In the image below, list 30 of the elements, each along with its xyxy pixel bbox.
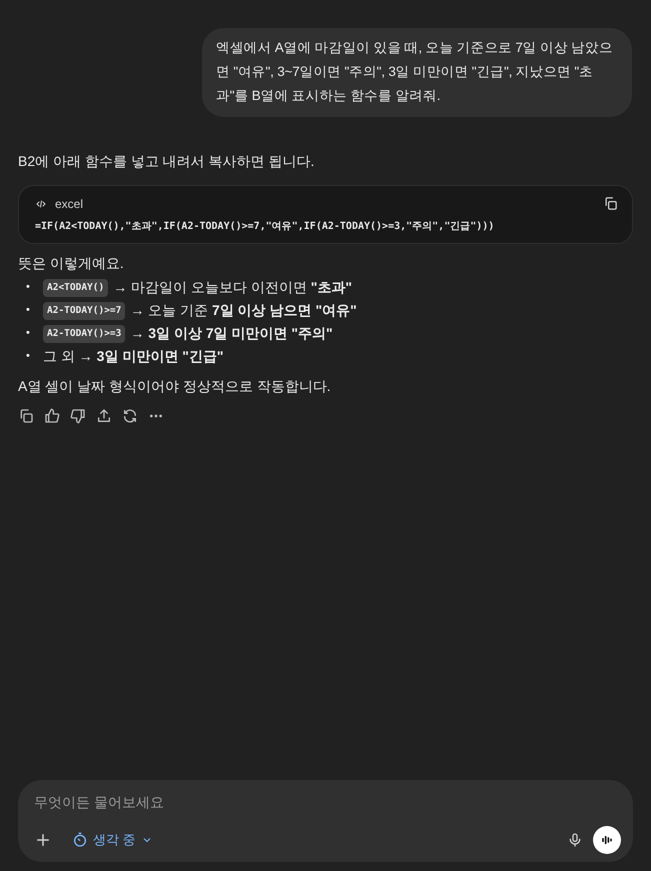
thumbs-down-icon[interactable] bbox=[70, 408, 86, 424]
bullet-marker: • bbox=[25, 280, 31, 295]
microphone-icon[interactable] bbox=[567, 832, 583, 848]
code-icon[interactable] bbox=[35, 198, 47, 210]
code-language: excel bbox=[55, 196, 84, 210]
bullet-marker: • bbox=[25, 303, 31, 318]
inline-code: A2-TODAY()>=7 bbox=[43, 302, 126, 320]
plus-icon[interactable] bbox=[34, 831, 52, 849]
thumbs-up-icon[interactable] bbox=[44, 408, 60, 424]
bullet-text: → 마감일이 오늘보다 이전이면 "초과" bbox=[113, 278, 352, 297]
timer-icon bbox=[72, 832, 88, 848]
code-text: =IF(A2<TODAY(),"초과",IF(A2-TODAY()>=7,"여유",IF(A2-TODAY()>=3,"주의","긴급"))) bbox=[35, 220, 496, 233]
regenerate-icon[interactable] bbox=[122, 408, 138, 424]
bullet-text: 그 외 → 3일 미만이면 "긴급" bbox=[43, 347, 224, 366]
share-icon[interactable] bbox=[96, 408, 112, 424]
inline-code: A2<TODAY() bbox=[43, 278, 108, 296]
mode-button[interactable]: 생각 중 bbox=[62, 831, 153, 849]
response-text: B2에 아래 함수를 넣고 내려서 복사하면 됩니다. bbox=[18, 152, 316, 171]
response-text: 뜻은 이렇게예요. bbox=[18, 254, 125, 273]
message-input[interactable]: 무엇이든 물어보세요 bbox=[34, 792, 621, 812]
bullet-marker: • bbox=[25, 349, 31, 364]
copy-icon[interactable] bbox=[18, 408, 34, 424]
response-text: A열 셀이 날짜 형식이어야 정상적으로 작동합니다. bbox=[18, 377, 332, 396]
user-message: 엑셀에서 A열에 마감일이 있을 때, 오늘 기준으로 7일 이상 남았으면 "여유", 3~7일이면 "주의", 3일 미만이면 "긴급", 지났으면 "초과"를 B열에 표시하는 함수를 알려줘. bbox=[202, 28, 632, 117]
voice-button[interactable] bbox=[593, 826, 621, 854]
bullet-text: → 3일 이상 7일 미만이면 "주의" bbox=[130, 324, 333, 343]
bullet-marker: • bbox=[25, 326, 31, 341]
inline-code: A2-TODAY()>=3 bbox=[43, 324, 126, 342]
copy-icon[interactable] bbox=[603, 196, 618, 211]
bullet-text: → 오늘 기준 7일 이상 남으면 "여유" bbox=[130, 301, 357, 320]
